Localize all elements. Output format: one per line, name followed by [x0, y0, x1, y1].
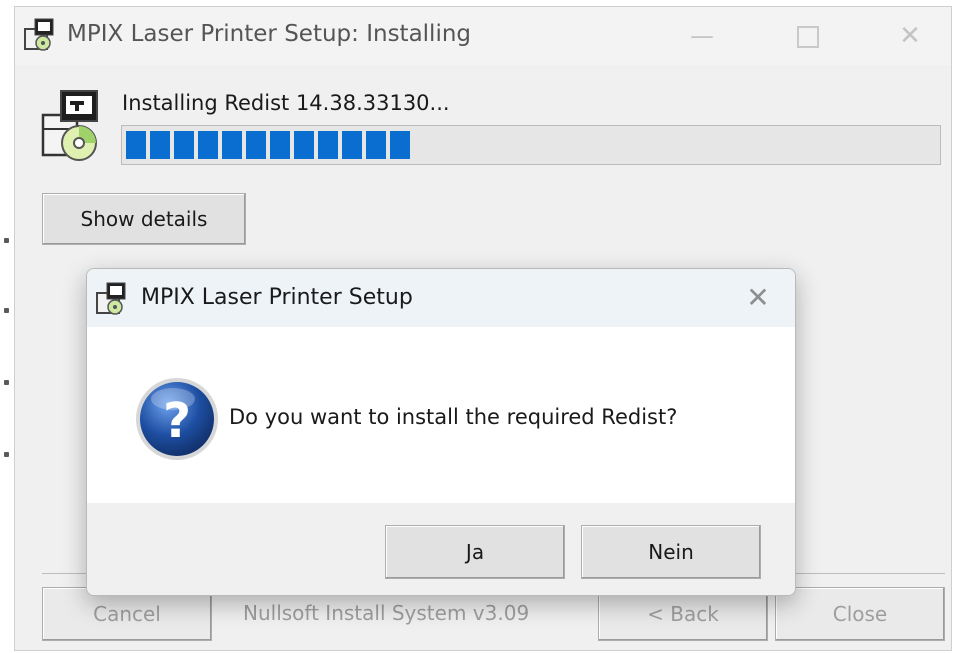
progress-fill	[126, 131, 410, 159]
minimize-button[interactable]: —	[675, 15, 729, 57]
window-close-button[interactable]: ✕	[883, 15, 937, 57]
install-progress-bar	[121, 125, 941, 165]
dialog-title: MPIX Laser Printer Setup	[141, 285, 413, 310]
desktop-mark	[4, 238, 9, 243]
no-button[interactable]: Nein	[581, 525, 761, 579]
installer-titlebar[interactable]: MPIX Laser Printer Setup: Installing — ✕	[15, 7, 951, 65]
dialog-close-button[interactable]: ✕	[735, 279, 781, 317]
dialog-titlebar[interactable]: MPIX Laser Printer Setup ✕	[87, 269, 795, 327]
redist-confirm-dialog: MPIX Laser Printer Setup ✕ ? Do you want…	[86, 268, 796, 596]
desktop-mark	[4, 380, 9, 385]
window-title: MPIX Laser Printer Setup: Installing	[67, 21, 472, 47]
desktop-background-strip	[0, 0, 14, 653]
desktop-mark	[4, 308, 9, 313]
svg-text:?: ?	[163, 393, 191, 449]
maximize-button[interactable]	[781, 15, 835, 57]
yes-button[interactable]: Ja	[385, 525, 565, 579]
show-details-button[interactable]: Show details	[42, 193, 246, 245]
installer-cd-icon	[41, 90, 98, 161]
nsis-branding-text: Nullsoft Install System v3.09	[243, 601, 530, 625]
question-icon: ?	[136, 378, 218, 460]
close-button[interactable]: Close	[775, 587, 945, 641]
maximize-icon	[797, 26, 819, 48]
desktop-mark	[4, 452, 9, 457]
dialog-message: Do you want to install the required Redi…	[229, 405, 678, 429]
install-status-text: Installing Redist 14.38.33130...	[122, 91, 450, 115]
installer-box-icon	[96, 282, 126, 315]
installer-box-icon	[24, 18, 54, 51]
